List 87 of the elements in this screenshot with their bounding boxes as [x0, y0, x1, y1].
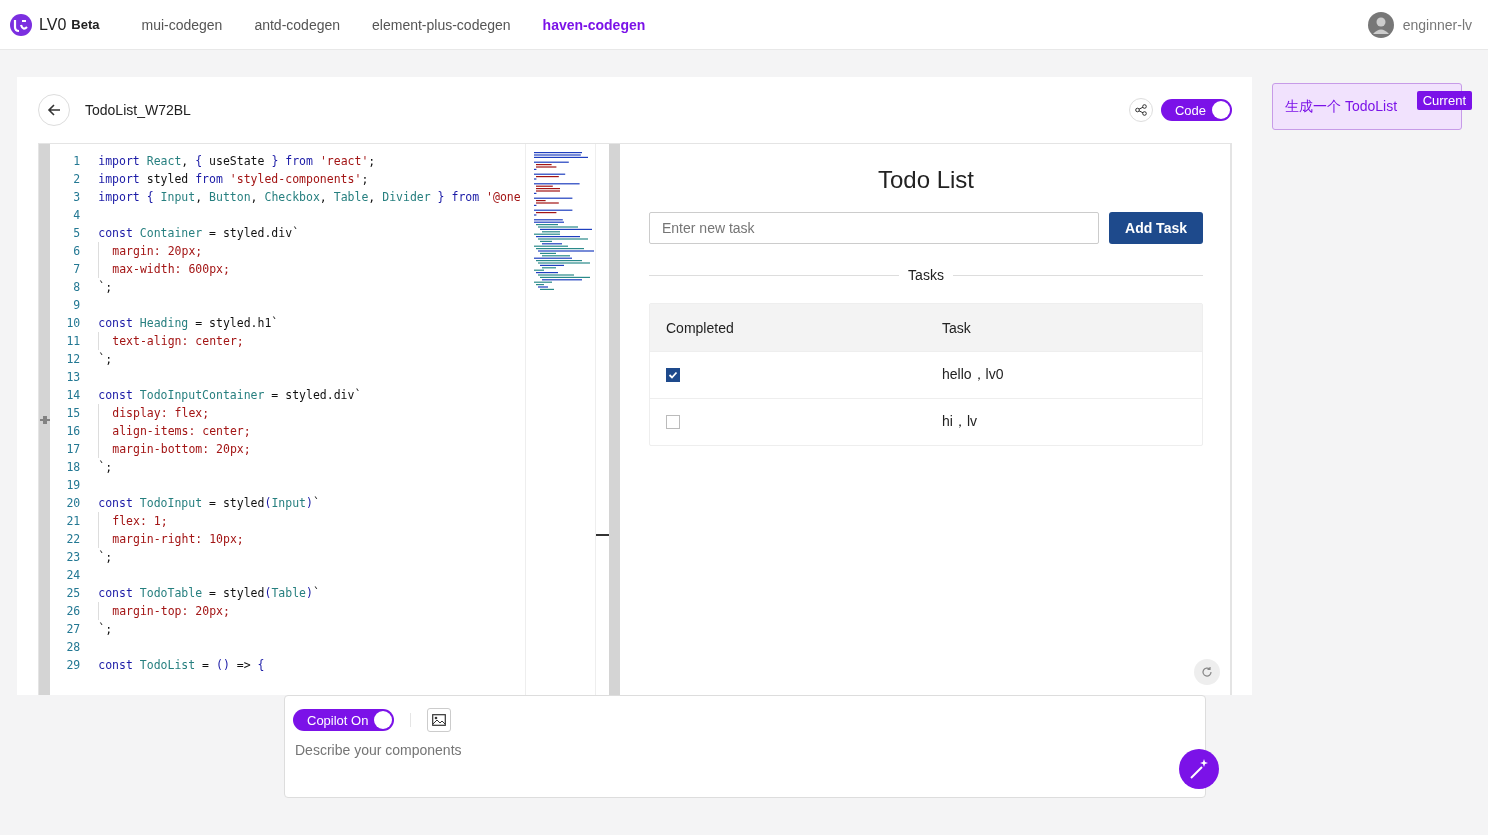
copilot-toggle[interactable]: Copilot On	[293, 709, 395, 731]
refresh-icon	[1201, 666, 1213, 678]
line-number: 21	[65, 514, 81, 528]
line-number: 24	[65, 568, 81, 582]
code-line: flex: 1;	[98, 512, 168, 530]
code-line: align-items: center;	[98, 422, 251, 440]
line-number: 25	[65, 586, 81, 600]
preview-heading: Todo List	[876, 165, 976, 195]
code-line: margin-right: 10px;	[98, 530, 244, 548]
user-name[interactable]: enginner-lv	[1402, 16, 1472, 33]
code-line: margin-bottom: 20px;	[98, 440, 251, 458]
beta-label: Beta	[71, 17, 100, 32]
line-number: 13	[65, 370, 81, 384]
line-number: 26	[65, 604, 81, 618]
avatar-icon	[1367, 11, 1394, 38]
nav-link[interactable]: antd-codegen	[254, 16, 341, 33]
code-line: display: flex;	[98, 404, 210, 422]
line-number: 15	[65, 406, 81, 420]
code-line: `;	[98, 549, 113, 566]
line-number: 4	[72, 208, 81, 222]
code-toggle[interactable]: Code	[1160, 99, 1232, 121]
line-number: 23	[65, 550, 81, 564]
code-line: const Heading = styled.h1`	[98, 315, 279, 332]
line-number: 16	[65, 424, 81, 438]
project-title: TodoList_W72BL	[85, 102, 191, 118]
column-header: Task	[941, 319, 972, 336]
line-number: 28	[65, 640, 81, 654]
add-task-button[interactable]: Add Task	[1109, 212, 1203, 244]
code-line: `;	[98, 351, 113, 368]
code-line: `;	[98, 279, 113, 296]
code-line: `;	[98, 459, 113, 476]
line-number: 27	[65, 622, 81, 636]
line-number: 3	[72, 190, 81, 204]
code-line: import React, { useState } from 'react';	[98, 153, 376, 170]
resize-handle[interactable]	[39, 144, 51, 695]
line-number: 9	[72, 298, 81, 312]
code-line: const Container = styled.div`	[98, 225, 300, 242]
image-upload-button[interactable]	[427, 708, 452, 732]
current-badge: Current	[1416, 91, 1472, 110]
code-line: const TodoList = () => {	[98, 657, 265, 674]
line-number: 1	[72, 154, 81, 168]
code-line: max-width: 600px;	[98, 260, 230, 278]
generate-button[interactable]	[1179, 749, 1219, 789]
line-number: 20	[65, 496, 81, 510]
nav-link[interactable]: element-plus-codegen	[372, 16, 511, 33]
line-number: 8	[72, 280, 81, 294]
divider-label: Tasks	[907, 267, 945, 283]
line-number: 6	[72, 244, 81, 258]
resize-icon	[39, 414, 50, 425]
line-number: 29	[65, 658, 81, 672]
code-line: margin: 20px;	[98, 242, 203, 260]
back-arrow-icon	[46, 102, 62, 118]
code-line: import styled from 'styled-components';	[98, 171, 369, 188]
app-name: LV0	[39, 15, 67, 34]
line-number: 12	[65, 352, 81, 366]
line-number: 5	[72, 226, 81, 240]
line-number: 22	[65, 532, 81, 546]
code-line: const TodoInputContainer = styled.div`	[98, 387, 362, 404]
check-icon	[668, 370, 678, 380]
table-cell-text: hello，lv0	[941, 366, 1005, 384]
nav-link[interactable]: haven-codegen	[542, 16, 646, 33]
line-number: 10	[65, 316, 81, 330]
line-number: 14	[65, 388, 81, 402]
line-number: 11	[65, 334, 81, 348]
share-button[interactable]	[1128, 98, 1153, 122]
code-line: const TodoInput = styled(Input)`	[98, 495, 320, 512]
line-number: 17	[65, 442, 81, 456]
code-line: `;	[98, 621, 113, 638]
image-icon	[432, 714, 447, 726]
logo-icon	[9, 12, 33, 37]
code-line: const TodoTable = styled(Table)`	[98, 585, 320, 602]
code-line: import { Input, Button, Checkbox, Table, Divider } from '@one	[98, 189, 521, 206]
share-icon	[1134, 104, 1147, 116]
nav-link[interactable]: mui-codegen	[141, 16, 223, 33]
task-input[interactable]: Enter new task	[649, 212, 1099, 244]
line-number: 7	[72, 262, 81, 276]
checkbox[interactable]	[666, 368, 680, 382]
checkbox[interactable]	[666, 415, 680, 429]
code-line: text-align: center;	[98, 332, 244, 350]
back-button[interactable]	[38, 94, 70, 126]
line-number: 18	[65, 460, 81, 474]
line-number: 19	[65, 478, 81, 492]
code-line: margin-top: 20px;	[98, 602, 230, 620]
table-cell-text: hi，lv	[941, 413, 978, 431]
refresh-button[interactable]	[1194, 659, 1220, 685]
column-header: Completed	[665, 319, 735, 336]
line-number: 2	[72, 172, 81, 186]
